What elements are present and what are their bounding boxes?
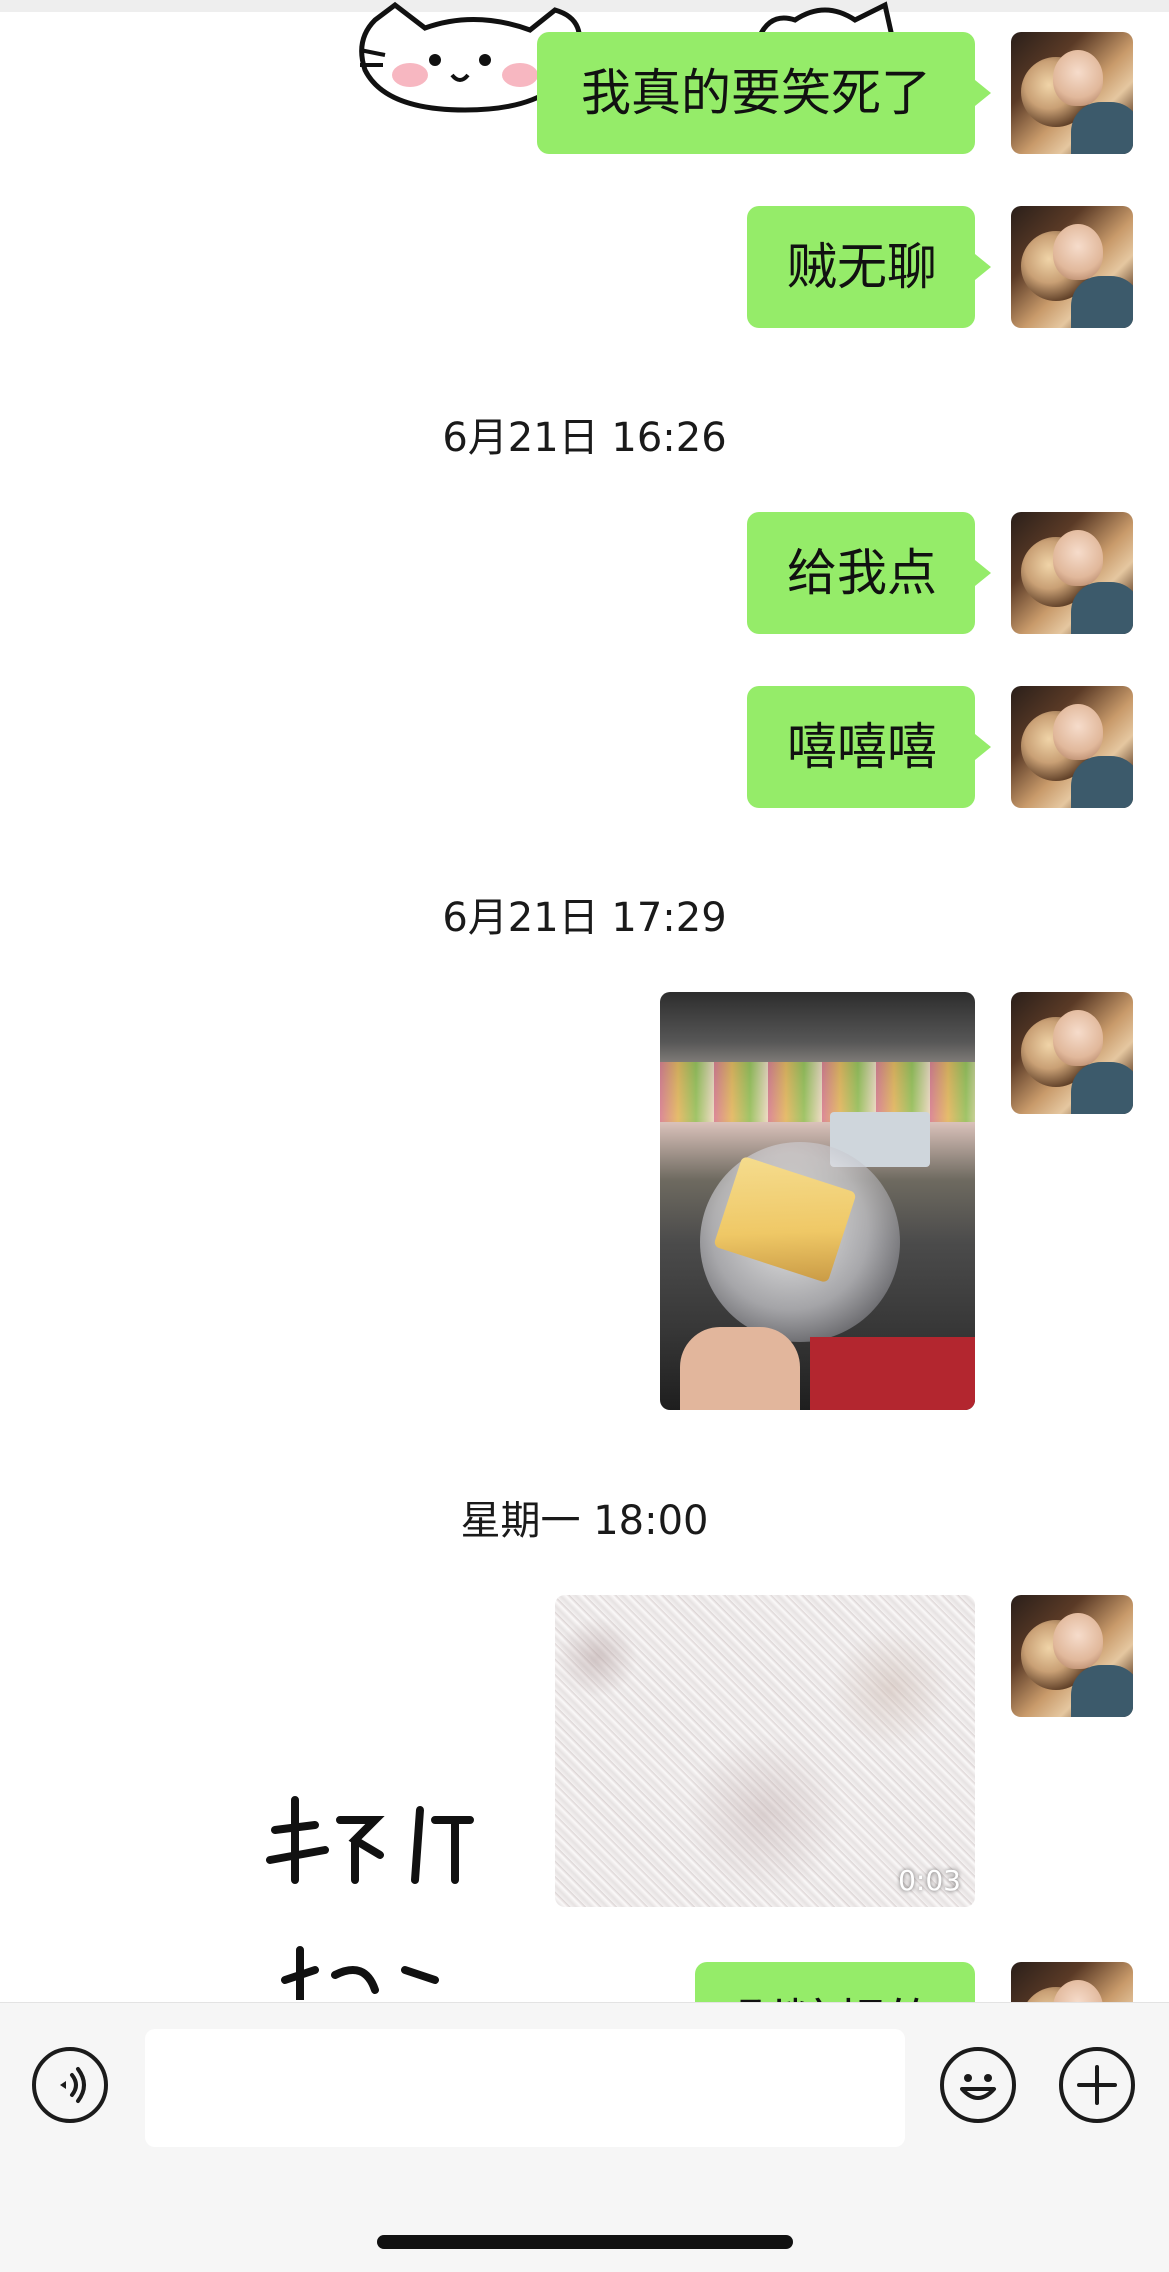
message-input[interactable] — [145, 2029, 905, 2147]
avatar[interactable] — [1011, 512, 1133, 634]
chat-window: 我真的要笑死了 贼无聊 6月21日 16:26 给我点 嘻嘻嘻 6月21日 17… — [0, 0, 1169, 2272]
more-button[interactable] — [1059, 2047, 1135, 2123]
message-bubble[interactable]: 嘻嘻嘻 — [747, 686, 991, 808]
video-message[interactable]: 0:03 — [555, 1595, 975, 1907]
plus-icon — [1077, 2065, 1117, 2105]
home-indicator[interactable] — [377, 2235, 793, 2249]
emoji-icon — [960, 2074, 996, 2100]
message-bubble[interactable]: 我真的要笑死了 — [537, 32, 991, 154]
avatar[interactable] — [1011, 32, 1133, 154]
avatar[interactable] — [1011, 1595, 1133, 1717]
video-duration: 0:03 — [898, 1864, 961, 1897]
timestamp: 星期一 18:00 — [460, 1498, 709, 1544]
avatar[interactable] — [1011, 686, 1133, 808]
voice-icon — [60, 2067, 86, 2103]
avatar[interactable] — [1011, 992, 1133, 1114]
emoji-button[interactable] — [940, 2047, 1016, 2123]
timestamp: 6月21日 16:26 — [442, 415, 727, 461]
message-bubble[interactable]: 贼无聊 — [747, 206, 991, 328]
voice-button[interactable] — [32, 2047, 108, 2123]
photo-message[interactable] — [660, 992, 975, 1410]
message-bubble[interactable]: 给我点 — [747, 512, 991, 634]
timestamp: 6月21日 17:29 — [442, 895, 727, 941]
input-bar — [0, 2002, 1169, 2272]
avatar[interactable] — [1011, 206, 1133, 328]
